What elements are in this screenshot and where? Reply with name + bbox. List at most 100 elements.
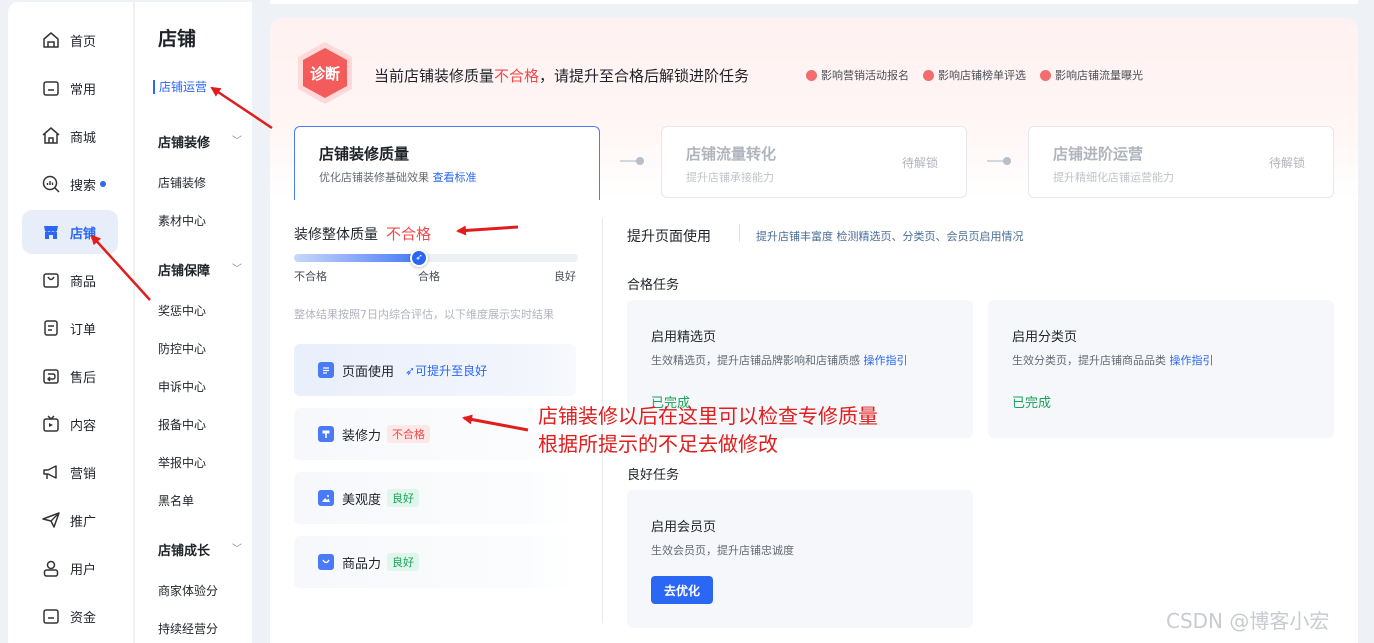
optimize-button[interactable]: 去优化 bbox=[651, 576, 713, 604]
nav-label: 推广 bbox=[70, 514, 97, 530]
panel-title: 提升页面使用 bbox=[627, 229, 711, 245]
nav-item-users[interactable]: 用户 bbox=[22, 546, 118, 590]
nav-label: 常用 bbox=[70, 82, 97, 98]
user-icon bbox=[40, 557, 62, 579]
nav-label: 资金 bbox=[70, 610, 97, 626]
nav-item-mall[interactable]: 商城 bbox=[22, 114, 118, 158]
subnav-item[interactable]: 奖惩中心 bbox=[158, 302, 206, 319]
top-bar bbox=[270, 0, 1358, 4]
dimension-label: 装修力 bbox=[342, 428, 382, 444]
task-desc: 生效会员页，提升店铺忠诚度 bbox=[651, 544, 794, 557]
subnav-item[interactable]: 申诉中心 bbox=[158, 378, 206, 395]
tv-icon bbox=[40, 413, 62, 435]
megaphone-icon bbox=[40, 461, 62, 483]
dimension-decoration-power[interactable]: 装修力 不合格 bbox=[294, 408, 576, 460]
flame-icon bbox=[923, 69, 934, 81]
house-icon bbox=[40, 125, 62, 147]
annotation-text: 店铺装修以后在这里可以检查专修质量 根据所提示的不足去做修改 bbox=[538, 402, 878, 458]
nav-label: 营销 bbox=[70, 466, 97, 482]
slider-fill bbox=[294, 254, 417, 262]
store-icon bbox=[40, 221, 62, 243]
dimension-page-usage[interactable]: 页面使用 ➶可提升至良好 bbox=[294, 344, 576, 396]
nav-item-search[interactable]: 搜索 bbox=[22, 162, 118, 206]
nav-item-frequent[interactable]: 常用 bbox=[22, 66, 118, 110]
subnav-item[interactable]: 报备中心 bbox=[158, 416, 206, 433]
nav-label: 搜索 bbox=[70, 178, 97, 194]
stage-desc: 提升店铺承接能力 bbox=[686, 171, 774, 184]
annotation-line: 根据所提示的不足去做修改 bbox=[538, 432, 778, 456]
task-desc: 生效精选页，提升店铺品牌影响和店铺质感 操作指引 bbox=[651, 354, 908, 367]
task-title: 启用精选页 bbox=[651, 330, 717, 345]
nav-item-funds[interactable]: 资金 bbox=[22, 594, 118, 638]
impact-item: 影响店铺流量曝光 bbox=[1040, 67, 1143, 83]
msg-prefix: 当前店铺装修质量 bbox=[374, 67, 495, 85]
quality-status: 不合格 bbox=[386, 225, 432, 243]
image-icon bbox=[318, 490, 334, 506]
quality-title: 装修整体质量 不合格 bbox=[294, 225, 432, 243]
stage-status: 待解锁 bbox=[901, 156, 938, 170]
diagnosis-badge: 诊断 bbox=[294, 40, 356, 106]
nav-label: 内容 bbox=[70, 418, 97, 434]
nav-label: 店铺 bbox=[70, 226, 97, 242]
chevron-down-icon: ﹀ bbox=[232, 136, 242, 147]
stage-connector-icon bbox=[620, 157, 644, 165]
watermark: CSDN @博客小宏 bbox=[1166, 609, 1330, 633]
primary-sidebar: 首页 常用 商城 搜索 店铺 商品 订单 售后 内容 营销 推广 用户 资金 bbox=[8, 2, 133, 643]
nav-item-orders[interactable]: 订单 bbox=[22, 306, 118, 350]
subnav-item[interactable]: 持续经营分 bbox=[158, 620, 218, 637]
subnav-group-growth[interactable]: 店铺成长 ﹀ bbox=[158, 540, 242, 559]
nav-item-store[interactable]: 店铺 bbox=[22, 210, 118, 254]
secondary-sidebar: 店铺 店铺运营 店铺装修 ﹀ 店铺装修 素材中心 店铺保障 ﹀ 奖惩中心 防控中心 … bbox=[134, 2, 252, 643]
badge-label: 诊断 bbox=[309, 64, 340, 83]
nav-label: 商品 bbox=[70, 274, 97, 290]
impact-label: 影响店铺流量曝光 bbox=[1055, 69, 1143, 82]
guide-link[interactable]: 操作指引 bbox=[1170, 354, 1214, 367]
scale-label: 良好 bbox=[554, 270, 576, 283]
view-standard-link[interactable]: 查看标准 bbox=[433, 171, 477, 184]
search-chart-icon bbox=[40, 173, 62, 195]
guide-link[interactable]: 操作指引 bbox=[864, 354, 908, 367]
nav-item-goods[interactable]: 商品 bbox=[22, 258, 118, 302]
impact-item: 影响店铺榜单评选 bbox=[923, 67, 1026, 83]
stage-advanced-operation[interactable]: 店铺进阶运营 提升精细化店铺运营能力 待解锁 bbox=[1028, 126, 1334, 198]
nav-item-promotion[interactable]: 推广 bbox=[22, 498, 118, 542]
group-label: 店铺保障 bbox=[158, 264, 211, 279]
nav-item-aftersale[interactable]: 售后 bbox=[22, 354, 118, 398]
subnav-group-protection[interactable]: 店铺保障 ﹀ bbox=[158, 260, 242, 279]
flame-icon bbox=[806, 69, 817, 81]
nav-item-content[interactable]: 内容 bbox=[22, 402, 118, 446]
subnav-group-decoration[interactable]: 店铺装修 ﹀ bbox=[158, 132, 242, 151]
dimension-label: 美观度 bbox=[342, 492, 382, 508]
subnav-item[interactable]: 店铺装修 bbox=[158, 174, 206, 191]
shopping-bag-icon bbox=[318, 554, 334, 570]
stage-status: 待解锁 bbox=[1268, 156, 1305, 170]
chevron-down-icon: ﹀ bbox=[232, 544, 242, 555]
stage-desc: 提升精细化店铺运营能力 bbox=[1053, 171, 1174, 184]
chevron-down-icon: ﹀ bbox=[232, 264, 242, 275]
subnav-item[interactable]: 举报中心 bbox=[158, 454, 206, 471]
subnav-item-store-operation[interactable]: 店铺运营 bbox=[153, 80, 207, 94]
subnav-item[interactable]: 素材中心 bbox=[158, 212, 206, 229]
stage-decoration-quality[interactable]: 店铺装修质量 优化店铺装修基础效果 查看标准 bbox=[294, 126, 600, 200]
main-panel: 诊断 当前店铺装修质量不合格，请提升至合格后解锁进阶任务 影响营销活动报名 影响… bbox=[270, 18, 1358, 643]
dimension-aesthetics[interactable]: 美观度 良好 bbox=[294, 472, 576, 524]
nav-label: 用户 bbox=[70, 562, 97, 578]
stage-title: 店铺装修质量 bbox=[319, 145, 410, 163]
subnav-item[interactable]: 商家体验分 bbox=[158, 582, 218, 599]
nav-item-home[interactable]: 首页 bbox=[22, 18, 118, 62]
stage-connector-icon bbox=[987, 157, 1011, 165]
group-label: 店铺装修 bbox=[158, 136, 211, 151]
stage-traffic-conversion[interactable]: 店铺流量转化 提升店铺承接能力 待解锁 bbox=[661, 126, 967, 198]
paper-plane-icon bbox=[40, 509, 62, 531]
scale-label: 合格 bbox=[418, 270, 440, 283]
section-qualified-tasks: 合格任务 bbox=[627, 278, 680, 293]
impact-label: 影响营销活动报名 bbox=[821, 69, 909, 82]
impact-item: 影响营销活动报名 bbox=[806, 67, 909, 83]
brush-icon bbox=[318, 426, 334, 442]
impact-list: 影响营销活动报名 影响店铺榜单评选 影响店铺流量曝光 bbox=[806, 67, 1143, 83]
subnav-item[interactable]: 防控中心 bbox=[158, 340, 206, 357]
dimension-product-power[interactable]: 商品力 良好 bbox=[294, 536, 576, 588]
nav-item-marketing[interactable]: 营销 bbox=[22, 450, 118, 494]
section-title: 店铺 bbox=[158, 28, 197, 50]
subnav-item[interactable]: 黑名单 bbox=[158, 492, 194, 509]
